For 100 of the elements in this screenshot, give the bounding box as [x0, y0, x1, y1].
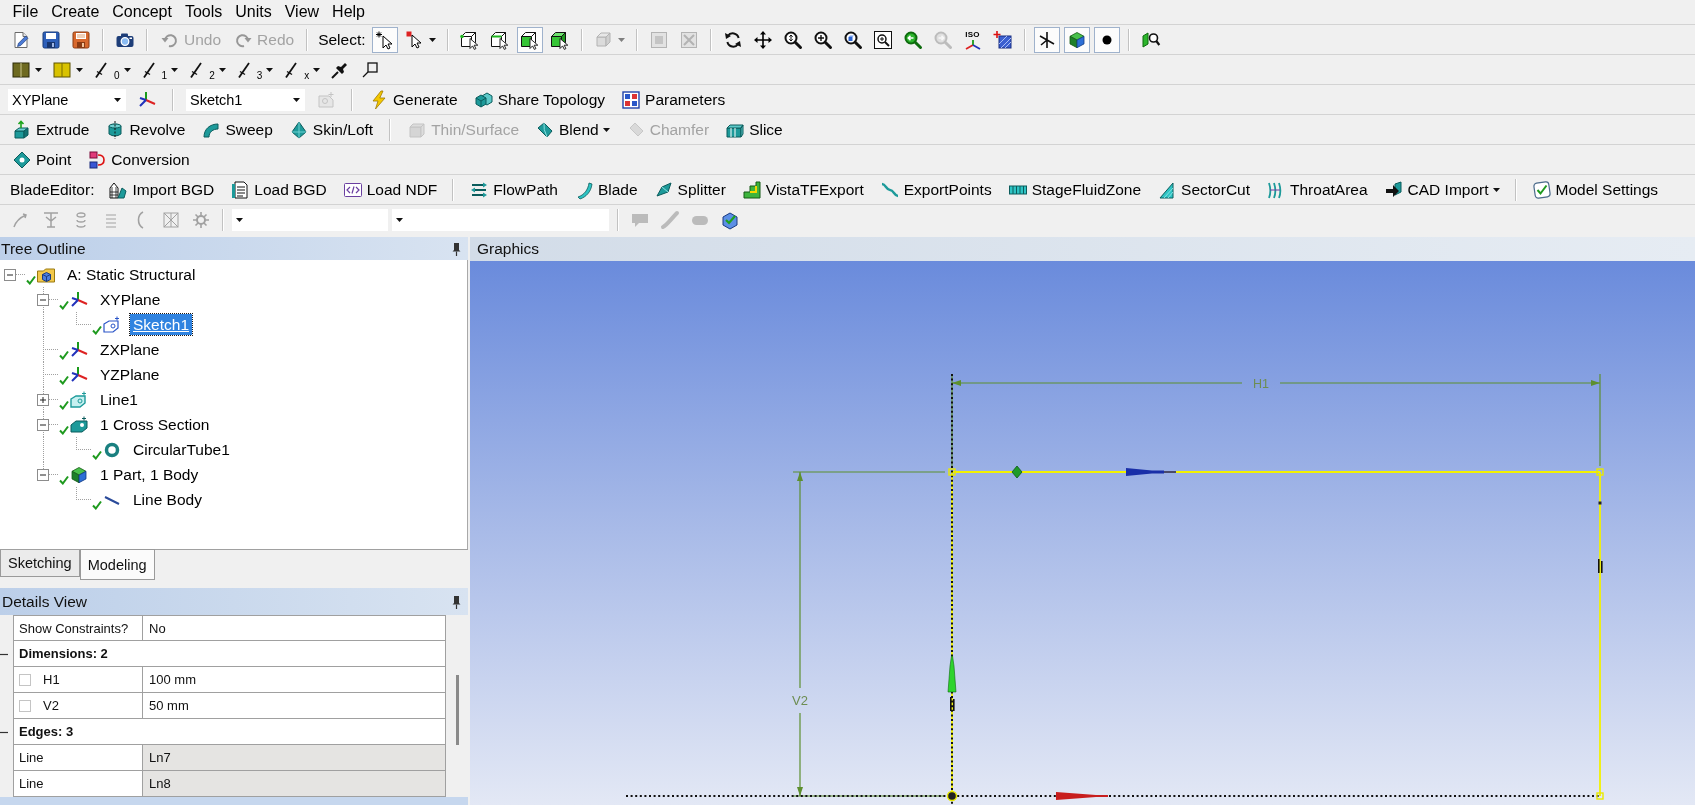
- toolbar-button[interactable]: Extrude: [8, 116, 94, 143]
- menu-item[interactable]: View: [278, 1, 326, 23]
- document-pencil-icon: [11, 29, 31, 50]
- menu-item[interactable]: Units: [228, 1, 279, 23]
- toolbar-button[interactable]: Parameters: [617, 86, 730, 113]
- cone-marker-icon: [947, 655, 957, 693]
- property-name: Show Constraints?: [13, 615, 143, 641]
- step-shape-icon: [741, 179, 762, 200]
- menu-item[interactable]: File: [6, 1, 45, 23]
- checkbox[interactable]: [19, 673, 31, 686]
- look-at-icon: [1140, 29, 1161, 50]
- toolbar-button[interactable]: [371, 26, 398, 53]
- sketch-icon: [316, 89, 336, 110]
- toolbar-button[interactable]: 2: [185, 56, 229, 83]
- toolbar-button[interactable]: Slice: [721, 116, 787, 143]
- toolbar-button[interactable]: 1: [137, 56, 182, 83]
- toolbar-button[interactable]: Import BGD: [104, 176, 219, 203]
- toolbar-button[interactable]: ExportPoints: [875, 176, 996, 203]
- box-zoom-icon: [872, 29, 893, 50]
- toolbar-button[interactable]: 3: [232, 56, 277, 83]
- toolbar-button[interactable]: x: [280, 56, 324, 83]
- scrollbar[interactable]: [455, 675, 459, 745]
- dropdown-field[interactable]: [232, 208, 388, 231]
- cone-marker-icon: [1126, 468, 1176, 476]
- tab[interactable]: Sketching: [0, 550, 80, 577]
- cursor-star-icon: [374, 29, 395, 50]
- vertex-marker-icon: [948, 468, 956, 476]
- toolbar-button[interactable]: Conversion: [83, 146, 194, 173]
- tree-item[interactable]: CircularTube1: [130, 439, 233, 460]
- toolbar-button[interactable]: [1063, 26, 1090, 53]
- plate-icon: [69, 414, 89, 435]
- toolbar-button[interactable]: Sweep: [197, 116, 277, 143]
- toolbar-button[interactable]: Generate: [365, 86, 462, 113]
- dropdown-field[interactable]: XYPlane: [8, 88, 126, 111]
- toolbar-label: Select:: [317, 30, 367, 49]
- toolbar-button[interactable]: Skin/Loft: [284, 116, 378, 143]
- toolbar-button[interactable]: Splitter: [649, 176, 730, 203]
- extrude-icon: [12, 119, 32, 140]
- property-value[interactable]: No: [143, 615, 446, 641]
- tree-item[interactable]: Sketch1: [130, 314, 192, 335]
- toolbar-button[interactable]: CAD Import: [1379, 176, 1504, 203]
- cube-icon: [69, 464, 89, 485]
- tree-item[interactable]: Line1: [97, 389, 141, 410]
- group-header: Dimensions: 2: [13, 641, 446, 667]
- pin-icon: [452, 241, 461, 256]
- toolbar-button[interactable]: Share Topology: [469, 86, 610, 113]
- toolbar-button[interactable]: Model Settings: [1527, 176, 1663, 203]
- toolbar-button[interactable]: VistaTFExport: [737, 176, 868, 203]
- property-value[interactable]: 100 mm: [143, 667, 446, 693]
- property-name: Line: [13, 771, 143, 797]
- toolbar-label: BladeEditor:: [9, 180, 96, 199]
- toolbar-button[interactable]: ISO: [959, 26, 986, 53]
- menu-item[interactable]: Concept: [105, 1, 179, 23]
- menu-item[interactable]: Tools: [178, 1, 229, 23]
- tree-item[interactable]: ZXPlane: [97, 339, 163, 360]
- tree-item[interactable]: 1 Part, 1 Body: [97, 464, 202, 485]
- group-header: Edges: 3: [13, 719, 446, 745]
- dropdown-field[interactable]: [392, 208, 609, 231]
- tree-item[interactable]: 1 Cross Section: [97, 414, 213, 435]
- frame-icon: [648, 29, 669, 50]
- toolbar-button[interactable]: Blade: [569, 176, 642, 203]
- menu-item[interactable]: Help: [325, 1, 372, 23]
- zoom-in-icon: [812, 29, 833, 50]
- toolbar-button[interactable]: Revolve: [101, 116, 190, 143]
- expand-icon[interactable]: [37, 393, 49, 406]
- menu-item[interactable]: Create: [44, 1, 106, 23]
- toolbar-button[interactable]: Point: [8, 146, 76, 173]
- frame-cross-icon: [678, 29, 699, 50]
- dropdown-field[interactable]: Sketch1: [186, 88, 305, 111]
- cube-cursor-icon: [519, 29, 540, 50]
- import-arrow-icon: [1383, 179, 1404, 200]
- toolbar-button[interactable]: Blend: [531, 116, 614, 143]
- tree-item[interactable]: YZPlane: [97, 364, 163, 385]
- toolbar-button[interactable]: StageFluidZone: [1003, 176, 1146, 203]
- vertex-marker-icon: [1596, 792, 1604, 800]
- toolbar-button[interactable]: [1033, 26, 1060, 53]
- tree-item[interactable]: XYPlane: [97, 289, 164, 310]
- tab[interactable]: Modeling: [79, 549, 155, 580]
- tree-item[interactable]: Line Body: [130, 489, 205, 510]
- dimension-label: H1: [1253, 376, 1269, 391]
- diamond-marker-icon: [1011, 465, 1023, 479]
- toolbar-button[interactable]: ThroatArea: [1262, 176, 1372, 203]
- previous-view-icon: [902, 29, 923, 50]
- toolbar-button[interactable]: SectorCut: [1153, 176, 1255, 203]
- property-value: Ln7: [143, 745, 446, 771]
- toolbar-button[interactable]: Load NDF: [338, 176, 442, 203]
- toolbar-button[interactable]: FlowPath: [465, 176, 562, 203]
- checkbox[interactable]: [19, 699, 31, 712]
- toolbar-button[interactable]: [1093, 26, 1120, 53]
- zoom-icon: [782, 29, 803, 50]
- point-icon: [12, 149, 32, 170]
- property-value[interactable]: 50 mm: [143, 693, 446, 719]
- toolbar-button[interactable]: [516, 26, 543, 53]
- checkbox-icon: [1531, 179, 1552, 200]
- caret-icon: [396, 217, 403, 222]
- split-panel-icon: [11, 59, 31, 80]
- toolbar-button[interactable]: Load BGD: [226, 176, 331, 203]
- toolbar-button[interactable]: 0: [90, 56, 134, 83]
- sketch-icon: [102, 314, 122, 335]
- tree-item[interactable]: A: Static Structural: [64, 264, 199, 285]
